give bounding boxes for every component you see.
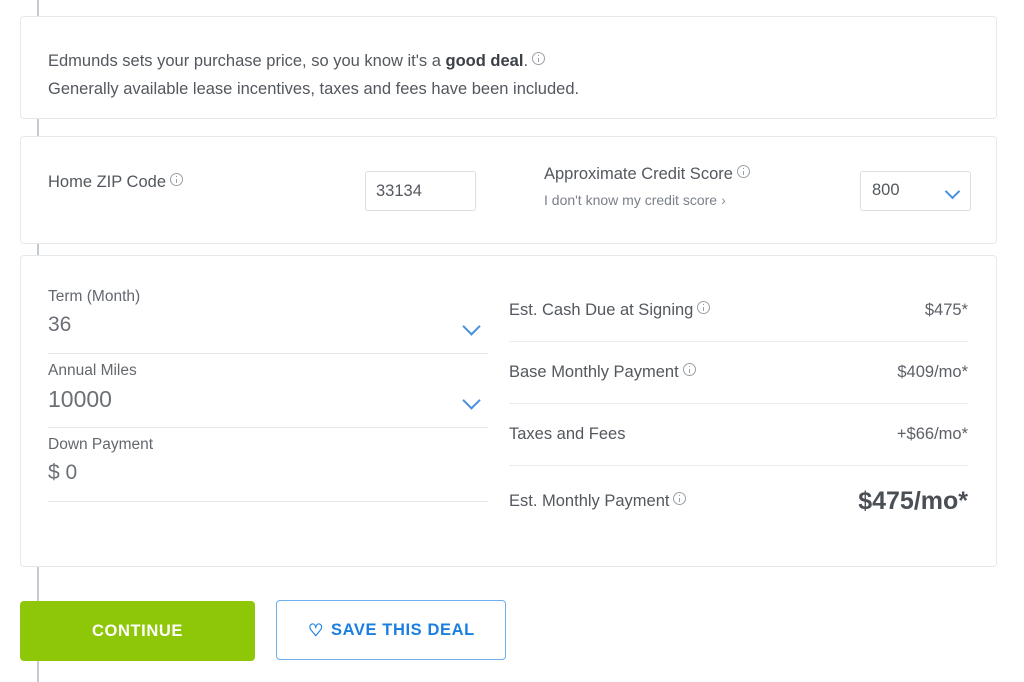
zip-input-box[interactable] (365, 171, 476, 211)
annual-miles-field[interactable]: Annual Miles 10000 (48, 354, 488, 428)
monthly-payment-label-text: Est. Monthly Payment (509, 491, 670, 510)
continue-button[interactable]: CONTINUE (20, 601, 255, 661)
info-icon[interactable] (697, 301, 711, 314)
blurb-line-1-pre: Edmunds sets your purchase price, so you… (48, 52, 446, 70)
cash-due-value: $475* (924, 301, 968, 319)
unknown-credit-score-text: I don't know my credit score (544, 192, 718, 208)
summary-row-taxes-fees: Taxes and Fees +$66/mo* (509, 404, 968, 466)
save-this-deal-label: SAVE THIS DEAL (330, 620, 475, 639)
payment-summary-column: Est. Cash Due at Signing $475* Base Mont… (509, 280, 968, 536)
price-blurb-panel: Edmunds sets your purchase price, so you… (20, 16, 997, 119)
annual-miles-label: Annual Miles (48, 362, 137, 379)
down-payment-label: Down Payment (48, 436, 154, 453)
term-month-value: 36 (48, 313, 72, 336)
location-credit-panel: Home ZIP Code Approximate Credit Score I… (20, 136, 997, 244)
lease-terms-column: Term (Month) 36 Annual Miles 10000 Down … (48, 280, 488, 502)
term-month-label: Term (Month) (48, 288, 141, 305)
save-this-deal-button[interactable]: ♡ SAVE THIS DEAL (276, 600, 507, 660)
base-payment-label: Base Monthly Payment (509, 363, 696, 382)
credit-score-label: Approximate Credit Score (544, 165, 750, 184)
action-buttons: CONTINUE ♡ SAVE THIS DEAL (20, 600, 507, 661)
monthly-payment-label: Est. Monthly Payment (509, 491, 687, 511)
cash-due-label-text: Est. Cash Due at Signing (509, 301, 694, 319)
credit-score-value: 800 (872, 181, 900, 199)
info-icon[interactable] (682, 363, 696, 376)
blurb-line-2: Generally available lease incentives, ta… (48, 80, 580, 98)
info-icon[interactable] (532, 52, 546, 65)
cash-due-label: Est. Cash Due at Signing (509, 301, 711, 320)
summary-row-cash-due: Est. Cash Due at Signing $475* (509, 280, 968, 342)
summary-row-monthly-payment: Est. Monthly Payment $475/mo* (509, 466, 968, 536)
info-icon[interactable] (170, 173, 183, 186)
info-icon[interactable] (736, 165, 750, 178)
chevron-down-icon (944, 183, 961, 200)
term-month-field[interactable]: Term (Month) 36 (48, 280, 488, 354)
credit-score-label-text: Approximate Credit Score (544, 165, 733, 183)
blurb-line-1-post: . (523, 52, 529, 70)
zip-label: Home ZIP Code (48, 173, 183, 192)
zip-input[interactable] (366, 172, 475, 210)
summary-row-base-payment: Base Monthly Payment $409/mo* (509, 342, 968, 404)
blurb-good-deal-text: good deal (445, 52, 524, 70)
down-payment-field[interactable]: Down Payment $ 0 (48, 428, 488, 502)
base-payment-value: $409/mo* (897, 363, 968, 381)
unknown-credit-score-link[interactable]: I don't know my credit score › (544, 192, 726, 208)
terms-summary-panel: Term (Month) 36 Annual Miles 10000 Down … (20, 255, 997, 567)
blurb-line-1: Edmunds sets your purchase price, so you… (48, 47, 996, 75)
down-payment-value: $ 0 (48, 461, 78, 484)
credit-score-select[interactable]: 800 (860, 171, 971, 211)
base-payment-label-text: Base Monthly Payment (509, 363, 679, 381)
heart-icon: ♡ (308, 620, 324, 640)
info-icon[interactable] (673, 491, 687, 505)
taxes-fees-label: Taxes and Fees (509, 425, 626, 443)
lease-calculator-page: Edmunds sets your purchase price, so you… (0, 0, 1024, 682)
annual-miles-value: 10000 (48, 386, 112, 412)
zip-label-text: Home ZIP Code (48, 173, 166, 191)
chevron-right-icon: › (721, 192, 726, 208)
monthly-payment-value: $475/mo* (858, 486, 968, 515)
taxes-fees-value: +$66/mo* (896, 425, 968, 443)
